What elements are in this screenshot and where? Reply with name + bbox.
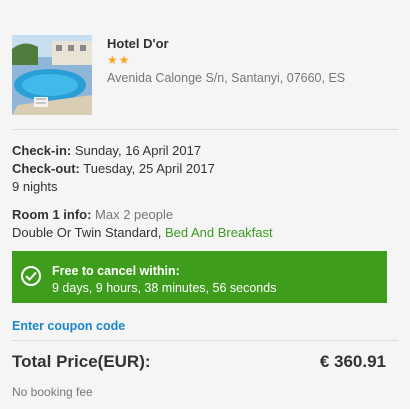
board-type: Bed And Breakfast xyxy=(164,225,273,240)
checkin-label: Check-in: xyxy=(12,143,72,158)
room-occupancy: Max 2 people xyxy=(91,207,174,222)
check-circle-icon xyxy=(21,266,41,286)
checkout-label: Check-out: xyxy=(12,161,80,176)
total-price-value: € 360.91 xyxy=(319,352,386,371)
checkin-date: Sunday, 16 April 2017 xyxy=(71,143,202,158)
hotel-summary: Hotel D'or ★★ Avenida Calonge S/n, Santa… xyxy=(12,35,398,117)
checkout-row: Check-out: Tuesday, 25 April 2017 xyxy=(12,161,215,176)
checkin-row: Check-in: Sunday, 16 April 2017 xyxy=(12,143,201,158)
divider xyxy=(12,340,398,341)
room-info-label: Room 1 info: xyxy=(12,207,92,222)
hotel-name: Hotel D'or xyxy=(107,36,169,51)
nights-count: 9 nights xyxy=(12,179,58,194)
booking-fee-note: No booking fee xyxy=(12,385,93,399)
total-price-label: Total Price(EUR): xyxy=(12,352,151,371)
cancellation-countdown: 9 days, 9 hours, 38 minutes, 56 seconds xyxy=(52,281,277,295)
divider xyxy=(12,129,398,130)
room-type-row: Double Or Twin Standard, Bed And Breakfa… xyxy=(12,225,273,240)
room-info-row: Room 1 info: Max 2 people xyxy=(12,207,173,222)
hotel-address: Avenida Calonge S/n, Santanyi, 07660, ES xyxy=(107,71,346,85)
hotel-star-rating: ★★ xyxy=(107,53,131,67)
checkout-date: Tuesday, 25 April 2017 xyxy=(79,161,215,176)
cancellation-title: Free to cancel within: xyxy=(52,264,180,278)
room-type: Double Or Twin Standard, xyxy=(12,225,165,240)
enter-coupon-link[interactable]: Enter coupon code xyxy=(12,319,125,333)
hotel-photo xyxy=(12,35,92,115)
free-cancellation-banner: Free to cancel within: 9 days, 9 hours, … xyxy=(12,251,387,303)
